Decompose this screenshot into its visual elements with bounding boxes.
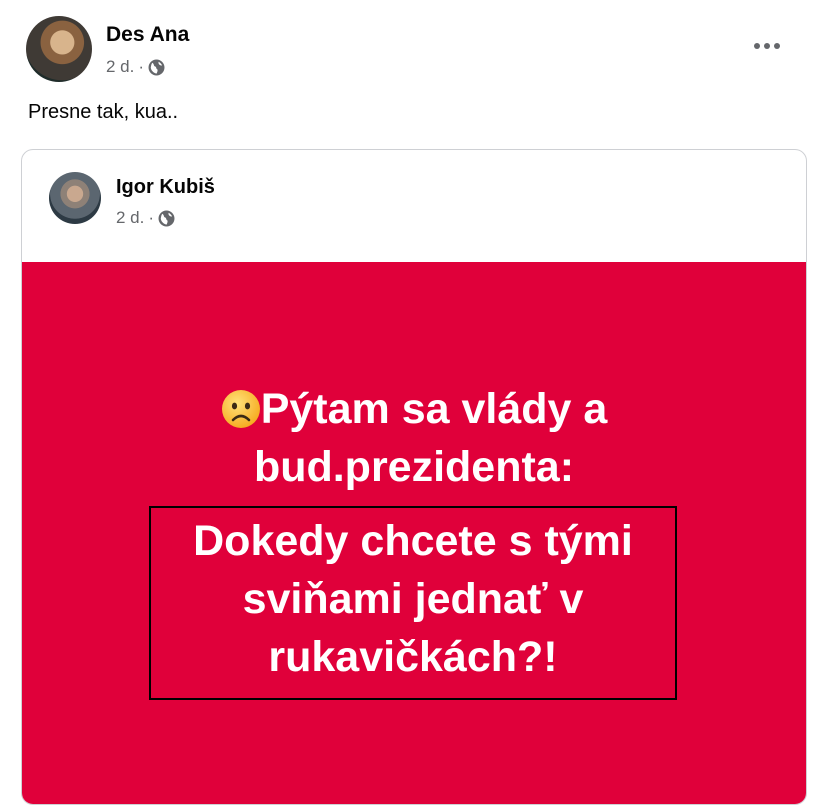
headline-line-2: bud.prezidenta: — [253, 443, 575, 491]
shared-post-time[interactable]: 2 d. — [116, 208, 144, 228]
headline: Pýtam sa vlády a bud.prezidenta: — [22, 380, 806, 496]
meta-separator: · — [138, 57, 145, 76]
shared-post-header: Igor Kubiš 2 d. · — [49, 172, 749, 232]
globe-icon — [148, 59, 165, 75]
headline-line-1: Pýtam sa vlády a — [22, 380, 806, 438]
boxed-line-1: Dokedy chcete s tými — [193, 517, 633, 565]
headline-text-1: Pýtam sa vlády a — [260, 385, 608, 433]
post-meta: 2 d. · — [106, 57, 165, 77]
shared-post-card[interactable]: Igor Kubiš 2 d. · Pýtam sa vlády a bud.p… — [21, 149, 807, 805]
more-options-button[interactable] — [752, 36, 782, 56]
post-text: Presne tak, kua.. — [28, 101, 179, 123]
meta-separator: · — [148, 208, 155, 227]
author-name[interactable]: Des Ana — [106, 23, 189, 47]
boxed-question: Dokedy chcete s tými sviňami jednať v ru… — [149, 506, 677, 700]
more-options-icon — [754, 43, 760, 49]
post-time[interactable]: 2 d. — [106, 57, 134, 77]
globe-icon — [158, 210, 175, 226]
boxed-line-2: sviňami jednať v — [242, 575, 584, 623]
frowning-face-emoji — [221, 390, 260, 428]
post-header: Des Ana 2 d. · — [26, 16, 816, 86]
shared-author-avatar[interactable] — [49, 172, 101, 224]
author-avatar[interactable] — [26, 16, 92, 82]
boxed-line-3: rukavičkách?! — [268, 633, 558, 681]
shared-author-name[interactable]: Igor Kubiš — [116, 176, 215, 199]
shared-post-meta: 2 d. · — [116, 208, 175, 228]
text-background-panel: Pýtam sa vlády a bud.prezidenta: Dokedy … — [22, 262, 806, 804]
